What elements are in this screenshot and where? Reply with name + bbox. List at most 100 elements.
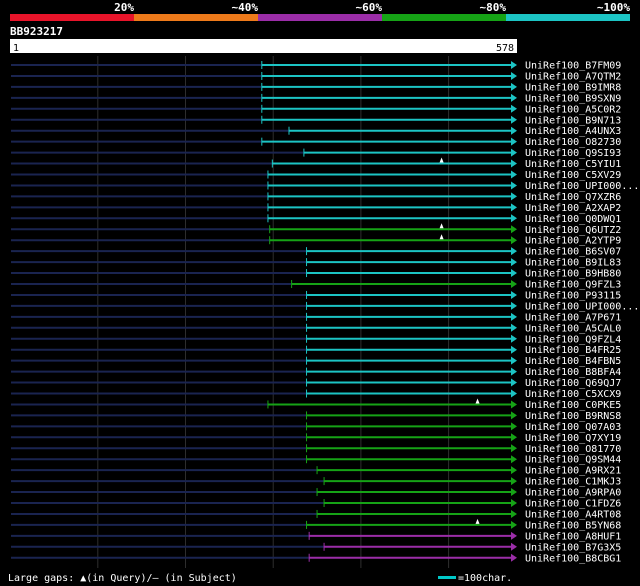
alignment-chart: 20% ~40% ~60% ~80% ~100% BB923217 1 578 UniR… xyxy=(8,1,639,584)
hit-arrowhead xyxy=(511,345,517,354)
hit-label: UniRef100_UPI000... xyxy=(525,181,639,192)
footer: Large gaps: ▲(in Query)/– (in Subject) =… xyxy=(8,573,512,584)
hit-label: UniRef100_O82730 xyxy=(525,137,621,148)
hit-label: UniRef100_A9RX21 xyxy=(525,466,621,477)
hit-label: UniRef100_B9IMR8 xyxy=(525,82,621,93)
hit-row: UniRef100_UPI000... xyxy=(11,301,639,312)
hit-label: UniRef100_C5YIU1 xyxy=(525,159,621,170)
hit-arrowhead xyxy=(511,520,517,529)
query-id: BB923217 xyxy=(10,25,63,38)
hit-label: UniRef100_B9N713 xyxy=(525,115,621,126)
scale-legend-bar xyxy=(438,576,456,579)
hit-arrowhead xyxy=(511,203,517,212)
hit-row: UniRef100_B4FBN5 xyxy=(11,356,621,367)
query-header: BB923217 1 578 xyxy=(10,25,517,54)
hit-label: UniRef100_P93115 xyxy=(525,290,621,301)
hit-row: UniRef100_Q9SM44 xyxy=(11,455,621,466)
query-ruler xyxy=(10,43,517,53)
scale-segment xyxy=(506,14,630,21)
hit-label: UniRef100_B7FM09 xyxy=(525,61,621,72)
hit-row: UniRef100_B7G3X5 xyxy=(11,542,621,553)
scale-segment xyxy=(134,14,258,21)
hit-arrowhead xyxy=(511,542,517,551)
hit-arrowhead xyxy=(511,499,517,507)
hit-arrowhead xyxy=(511,225,517,234)
hit-row: UniRef100_B6SV07 xyxy=(11,247,621,258)
hit-row: UniRef100_A7QTM2 xyxy=(11,71,621,82)
hit-label: UniRef100_A7QTM2 xyxy=(525,71,621,82)
hit-arrowhead xyxy=(511,269,517,278)
hit-label: UniRef100_O81770 xyxy=(525,444,621,455)
hit-label: UniRef100_B5YN68 xyxy=(525,520,621,531)
hit-row: UniRef100_B5YN68 xyxy=(11,518,621,531)
hit-arrowhead xyxy=(511,389,517,398)
hit-arrowhead xyxy=(511,115,517,124)
scale-legend-text: =100char. xyxy=(458,573,512,584)
hit-label: UniRef100_C5XCX9 xyxy=(525,389,621,400)
hit-row: UniRef100_A9RPA0 xyxy=(11,488,621,499)
hit-row: UniRef100_Q7XZR6 xyxy=(11,192,621,203)
hit-arrowhead xyxy=(511,61,517,69)
hit-arrowhead xyxy=(511,312,517,321)
hit-label: UniRef100_Q7XZR6 xyxy=(525,192,621,203)
hit-label: UniRef100_B4FBN5 xyxy=(525,356,621,367)
hit-row: UniRef100_Q0DWQ1 xyxy=(11,214,621,225)
hit-label: UniRef100_B7G3X5 xyxy=(525,542,621,553)
hit-rows: UniRef100_B7FM09UniRef100_A7QTM2UniRef10… xyxy=(11,61,639,564)
hit-arrowhead xyxy=(511,455,517,464)
hit-label: UniRef100_C5XV29 xyxy=(525,170,621,181)
hit-arrowhead xyxy=(511,444,517,453)
hit-row: UniRef100_A5CAL0 xyxy=(11,323,621,334)
hit-label: UniRef100_C0PKE5 xyxy=(525,400,621,411)
hit-row: UniRef100_B9IL83 xyxy=(11,258,621,269)
hit-row: UniRef100_C0PKE5 xyxy=(11,398,621,411)
hit-arrowhead xyxy=(511,93,517,102)
hit-row: UniRef100_A8HUF1 xyxy=(11,531,621,542)
hit-arrowhead xyxy=(511,323,517,332)
hit-row: UniRef100_C5XV29 xyxy=(11,170,621,181)
hit-row: UniRef100_O81770 xyxy=(11,444,621,455)
hit-label: UniRef100_Q69QJ7 xyxy=(525,378,621,389)
hit-label: UniRef100_Q6UTZ2 xyxy=(525,225,621,236)
hit-label: UniRef100_Q9FZL3 xyxy=(525,280,621,291)
hit-row: UniRef100_O82730 xyxy=(11,137,621,148)
hit-row: UniRef100_Q9SI93 xyxy=(11,148,621,159)
hit-arrowhead xyxy=(511,509,517,518)
hit-label: UniRef100_Q07A03 xyxy=(525,422,621,433)
hit-arrowhead xyxy=(511,258,517,267)
hit-arrowhead xyxy=(511,367,517,376)
hit-arrowhead xyxy=(511,137,517,146)
hit-arrowhead xyxy=(511,192,517,201)
hit-row: UniRef100_A9RX21 xyxy=(11,466,621,477)
hit-row: UniRef100_Q6UTZ2 xyxy=(11,223,621,236)
hit-arrowhead xyxy=(511,159,517,168)
hit-arrowhead xyxy=(511,531,517,540)
scale-segment xyxy=(258,14,382,21)
query-start-label: 1 xyxy=(13,43,19,54)
hit-label: UniRef100_A5C0R2 xyxy=(525,104,621,115)
hit-arrowhead xyxy=(511,433,517,442)
hit-row: UniRef100_B9HB80 xyxy=(11,269,621,280)
identity-scale: 20% ~40% ~60% ~80% ~100% xyxy=(10,1,630,21)
hit-arrowhead xyxy=(511,422,517,431)
hit-row: UniRef100_Q9FZL4 xyxy=(11,334,621,345)
scale-segment xyxy=(382,14,506,21)
hit-arrowhead xyxy=(511,170,517,179)
hit-label: UniRef100_A5CAL0 xyxy=(525,323,621,334)
hit-label: UniRef100_Q7XY19 xyxy=(525,433,621,444)
hit-row: UniRef100_A2XAP2 xyxy=(11,203,621,214)
hit-arrowhead xyxy=(511,400,517,409)
hit-label: UniRef100_B8CBG1 xyxy=(525,553,621,564)
hit-row: UniRef100_B9N713 xyxy=(11,115,621,126)
hit-label: UniRef100_A2YTP9 xyxy=(525,236,621,247)
query-gap-marker xyxy=(439,223,444,229)
hit-arrowhead xyxy=(511,301,517,310)
hit-arrowhead xyxy=(511,71,517,80)
hit-arrowhead xyxy=(511,181,517,190)
hit-arrowhead xyxy=(511,466,517,475)
hit-row: UniRef100_C1FDZ6 xyxy=(11,499,621,510)
hit-row: UniRef100_C5YIU1 xyxy=(11,157,621,170)
hit-arrowhead xyxy=(511,411,517,420)
hit-label: UniRef100_B9SXN9 xyxy=(525,93,621,104)
hit-label: UniRef100_B8BFA4 xyxy=(525,367,621,378)
